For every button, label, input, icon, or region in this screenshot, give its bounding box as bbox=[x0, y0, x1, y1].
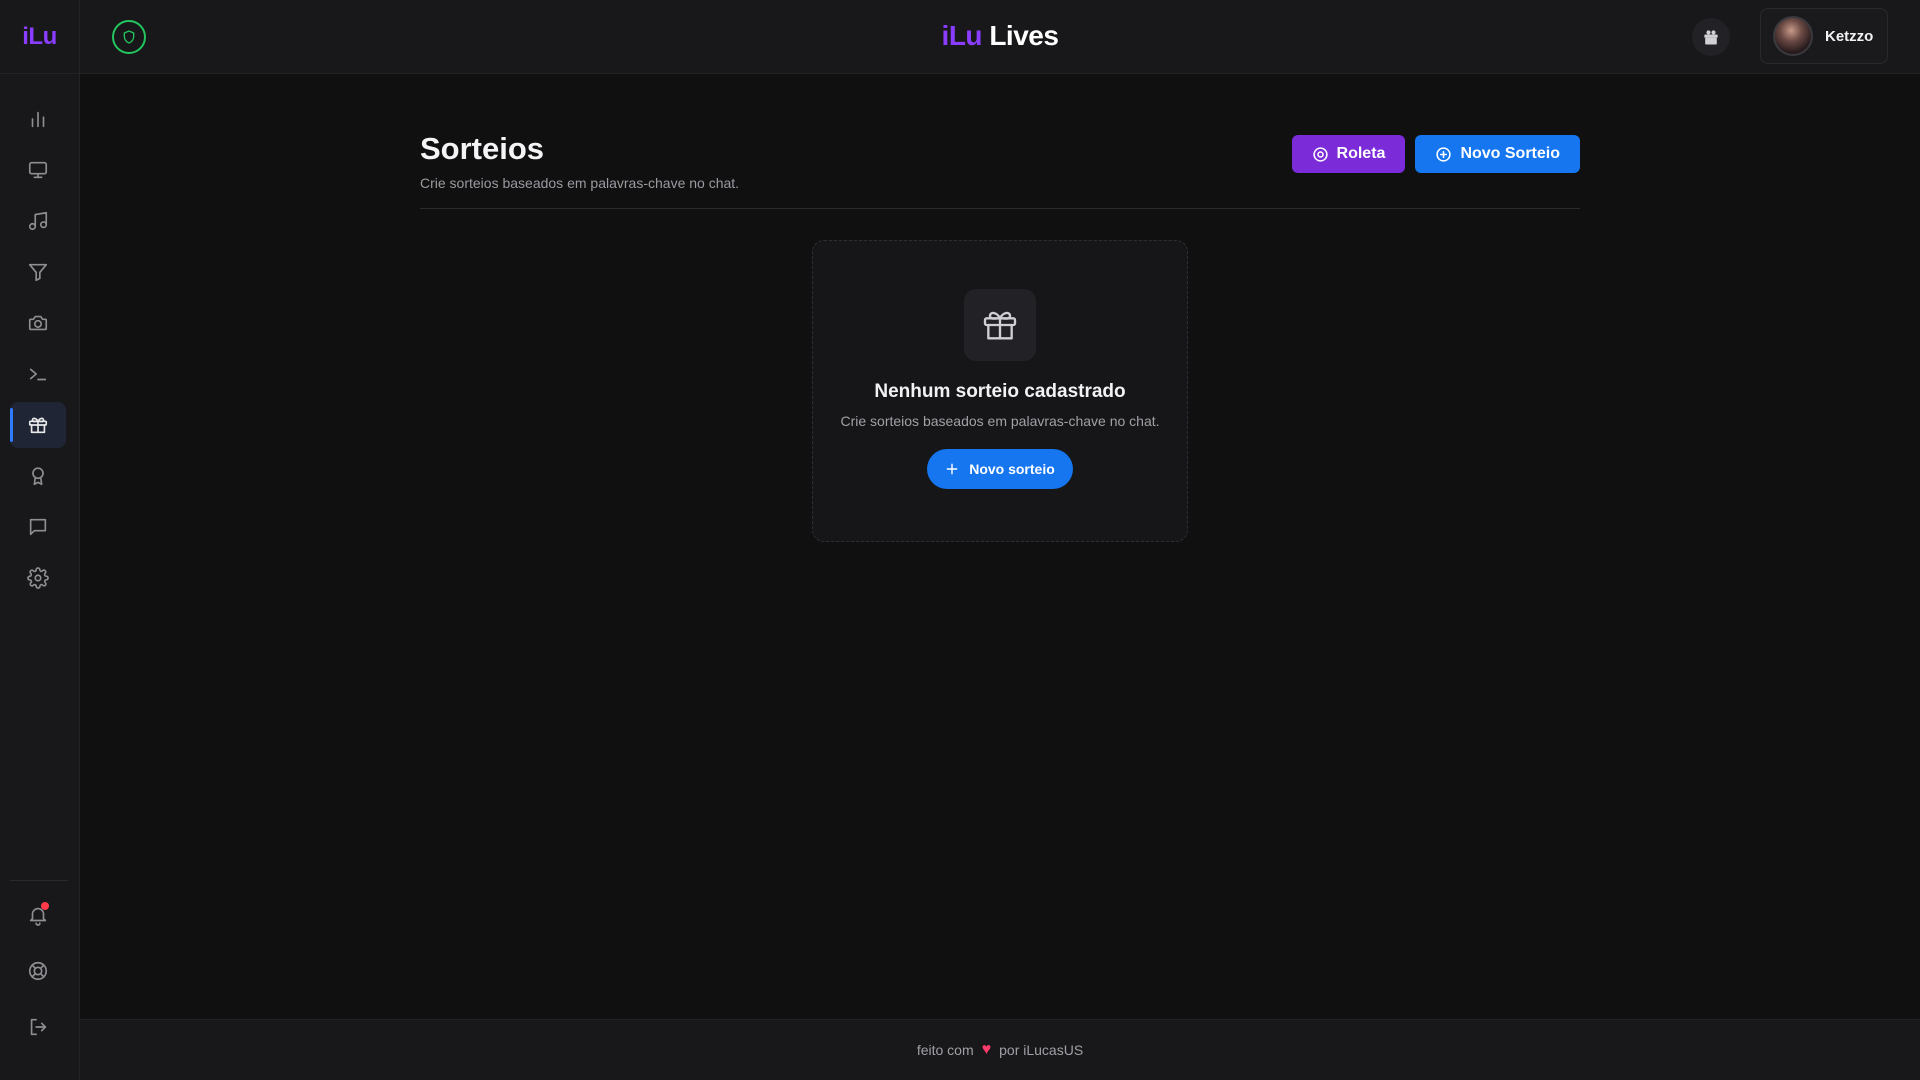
page-header: Sorteios Crie sorteios baseados em palav… bbox=[420, 131, 1580, 209]
sidebar-item-overlays[interactable] bbox=[10, 147, 66, 193]
empty-state-card: Nenhum sorteio cadastrado Crie sorteios … bbox=[812, 240, 1188, 542]
footer: feito com ♥ por iLucasUS bbox=[80, 1019, 1920, 1080]
logo-suffix: Lives bbox=[989, 20, 1059, 51]
logo-prefix: iLu bbox=[941, 20, 983, 51]
gear-icon bbox=[27, 567, 49, 589]
camera-icon bbox=[28, 315, 48, 331]
avatar bbox=[1773, 16, 1813, 56]
empty-state-subtitle: Crie sorteios baseados em palavras-chave… bbox=[840, 413, 1160, 429]
footer-suffix: por iLucasUS bbox=[999, 1042, 1084, 1058]
roulette-button[interactable]: Roleta bbox=[1291, 135, 1406, 173]
monitor-icon bbox=[28, 161, 48, 179]
sidebar-item-camera[interactable] bbox=[10, 300, 66, 346]
heart-icon: ♥ bbox=[981, 1041, 992, 1058]
empty-state-icon bbox=[964, 289, 1036, 361]
bar-chart-icon bbox=[31, 111, 45, 128]
main-content: Sorteios Crie sorteios baseados em palav… bbox=[80, 75, 1920, 1019]
award-icon bbox=[32, 467, 44, 486]
music-icon bbox=[28, 211, 48, 231]
sidebar-item-rewards[interactable] bbox=[10, 453, 66, 499]
sidebar-item-filters[interactable] bbox=[10, 249, 66, 295]
lifebuoy-icon bbox=[28, 961, 48, 981]
sidebar-bottom-nav bbox=[0, 892, 80, 1060]
terminal-icon bbox=[29, 368, 47, 381]
plus-circle-icon bbox=[1436, 146, 1452, 162]
sidebar-item-settings[interactable] bbox=[10, 555, 66, 601]
sidebar: iLu bbox=[0, 0, 80, 1080]
roulette-button-label: Roleta bbox=[1336, 145, 1386, 162]
page-subtitle: Crie sorteios baseados em palavras-chave… bbox=[420, 175, 740, 191]
user-name: Ketzzo bbox=[1825, 27, 1874, 45]
sidebar-divider bbox=[10, 880, 68, 881]
sidebar-logo[interactable]: iLu bbox=[0, 0, 79, 74]
sidebar-item-giveaways[interactable] bbox=[10, 402, 66, 448]
new-giveaway-button[interactable]: Novo Sorteio bbox=[1415, 135, 1580, 173]
sidebar-item-commands[interactable] bbox=[10, 351, 66, 397]
sidebar-nav bbox=[0, 96, 80, 606]
filter-icon bbox=[28, 263, 48, 282]
footer-prefix: feito com bbox=[916, 1042, 974, 1058]
sidebar-item-notifications[interactable] bbox=[10, 892, 66, 938]
sidebar-item-dashboard[interactable] bbox=[10, 96, 66, 142]
gift-icon bbox=[1704, 30, 1718, 45]
app-root: iLu iLu Lives Ketzzo Sorteios Crie sorte… bbox=[0, 0, 1920, 1080]
gift-icon bbox=[983, 311, 1017, 340]
gift-button[interactable] bbox=[1692, 18, 1730, 56]
empty-state-button-label: Novo sorteio bbox=[969, 461, 1055, 477]
target-icon bbox=[1312, 146, 1328, 162]
empty-state-title: Nenhum sorteio cadastrado bbox=[874, 381, 1126, 402]
plus-icon bbox=[946, 463, 958, 475]
app-logo[interactable]: iLu Lives bbox=[80, 20, 1920, 52]
sidebar-item-logout[interactable] bbox=[10, 1004, 66, 1050]
notification-dot bbox=[41, 902, 49, 910]
sidebar-item-support[interactable] bbox=[10, 948, 66, 994]
header-actions: Roleta Novo Sorteio bbox=[1291, 135, 1580, 173]
logout-icon bbox=[30, 1018, 47, 1036]
user-menu[interactable]: Ketzzo bbox=[1760, 8, 1888, 64]
sidebar-item-music[interactable] bbox=[10, 198, 66, 244]
new-giveaway-button-label: Novo Sorteio bbox=[1460, 145, 1560, 162]
message-icon bbox=[29, 518, 47, 536]
top-bar: iLu Lives Ketzzo bbox=[80, 0, 1920, 74]
empty-state-new-giveaway-button[interactable]: Novo sorteio bbox=[927, 449, 1073, 489]
gift-icon bbox=[28, 417, 48, 434]
sidebar-item-chat[interactable] bbox=[10, 504, 66, 550]
